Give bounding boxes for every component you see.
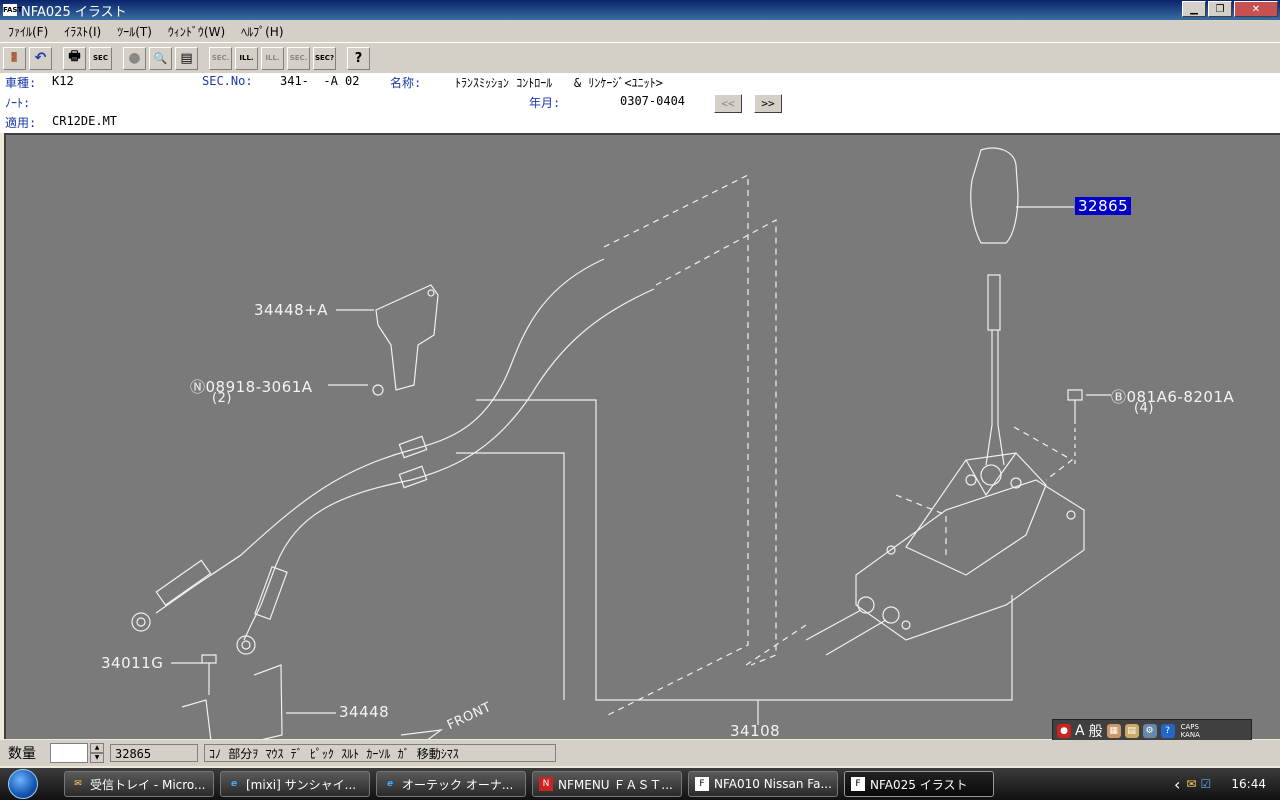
clock[interactable]: 16:44 xyxy=(1231,777,1266,791)
quantity-label: 数量 xyxy=(8,746,36,762)
toolbar: 🚪 ↶ 🖶 SEC ● 🔍 ▤ SEC. ILL. ILL. SEC. SEC?… xyxy=(0,43,1280,73)
menu-tools[interactable]: ﾂｰﾙ(T) xyxy=(109,23,160,40)
parts-illustration xyxy=(131,147,1111,739)
ime-help-icon[interactable]: ? xyxy=(1160,724,1175,738)
apply-value: CR12DE.MT xyxy=(52,114,118,128)
task-nfa025[interactable]: F NFA025 イラスト xyxy=(844,771,994,797)
window-title: NFA025 イラスト xyxy=(21,4,127,20)
ime-pad-icon[interactable]: ▦ xyxy=(1106,724,1121,738)
mail-icon: ✉ xyxy=(74,779,82,789)
list-icon[interactable]: ▤ xyxy=(175,46,198,70)
task-ie-mixi[interactable]: e [mixi] サンシャイ... xyxy=(220,771,370,797)
task-nfa010[interactable]: F NFA010 Nissan Fa... xyxy=(688,771,838,797)
ime-dict-icon[interactable]: ▤ xyxy=(1124,724,1139,738)
print-icon[interactable]: 🖶 xyxy=(63,46,86,70)
task-label: [mixi] サンシャイ... xyxy=(246,777,357,792)
close-button[interactable]: ✕ xyxy=(1234,1,1278,17)
sec-value: 341- -A 02 xyxy=(280,74,360,88)
fast-app-icon: F xyxy=(695,777,709,791)
callout-34448[interactable]: 34448 xyxy=(339,703,389,721)
illustration-canvas[interactable]: 32865 34448+A Ⓝ08918-3061A (2) Ⓑ081A6-82… xyxy=(4,133,1280,739)
menu-illust[interactable]: ｲﾗｽﾄ(I) xyxy=(56,23,109,40)
menu-window[interactable]: ｳｨﾝﾄﾞｳ(W) xyxy=(160,23,233,40)
date-value: 0307-0404 xyxy=(620,94,686,108)
title-bar: FAST NFA025 イラスト ▁ ❐ ✕ xyxy=(0,0,1280,20)
callout-081a6-qty: (4) xyxy=(1134,401,1154,416)
menu-file[interactable]: ﾌｧｲﾙ(F) xyxy=(0,23,56,40)
quantity-input[interactable] xyxy=(50,743,88,763)
task-label: NFA025 イラスト xyxy=(870,777,968,792)
task-ie-autech[interactable]: e オーテック オーナ... xyxy=(376,771,526,797)
caps-indicator: CAPS xyxy=(1180,723,1199,731)
sec-icon[interactable]: SEC xyxy=(89,46,112,70)
zoom-icon[interactable]: 🔍 xyxy=(149,46,172,70)
task-nfmenu[interactable]: N NFMENU ＦＡＳＴ... xyxy=(532,771,682,797)
tray-expand-icon[interactable]: ‹ xyxy=(1174,775,1180,794)
menu-bar: ﾌｧｲﾙ(F) ｲﾗｽﾄ(I) ﾂｰﾙ(T) ｳｨﾝﾄﾞｳ(W) ﾍﾙﾌﾟ(H) xyxy=(0,20,1280,43)
task-outlook[interactable]: ✉ 受信トレイ - Micro... xyxy=(64,771,214,797)
status-bar: 数量 ▲ ▼ 32865 ｺﾉ 部分ｦ ﾏｳｽ ﾃﾞ ﾋﾟｯｸ ｽﾙﾄ ｶｰｿﾙ… xyxy=(0,740,1280,766)
callout-34448a[interactable]: 34448+A xyxy=(254,301,328,319)
help-icon[interactable]: ? xyxy=(347,46,370,70)
ie-icon: e xyxy=(230,779,238,789)
sec-next-icon[interactable]: SEC. xyxy=(287,46,310,70)
ime-style[interactable]: 般 xyxy=(1089,721,1103,741)
ill-icon[interactable]: ILL. xyxy=(235,46,258,70)
app-icon: FAST xyxy=(3,4,23,16)
exit-icon[interactable]: 🚪 xyxy=(3,46,26,70)
menu-help[interactable]: ﾍﾙﾌﾟ(H) xyxy=(233,23,291,40)
stepper-down-icon[interactable]: ▼ xyxy=(90,753,104,763)
task-label: NFMENU ＦＡＳＴ... xyxy=(558,777,673,792)
task-label: オーテック オーナ... xyxy=(402,777,514,792)
sec-query-icon[interactable]: SEC? xyxy=(313,46,336,70)
circle-icon[interactable]: ● xyxy=(123,46,146,70)
window-controls: ▁ ❐ ✕ xyxy=(1182,1,1278,17)
apply-label: 適用: xyxy=(5,116,37,130)
callout-34011g[interactable]: 34011G xyxy=(101,654,163,672)
task-label: NFA010 Nissan Fa... xyxy=(714,777,832,791)
callout-081a6[interactable]: Ⓑ081A6-8201A xyxy=(1111,386,1234,407)
taskbar: ✉ 受信トレイ - Micro... e [mixi] サンシャイ... e オ… xyxy=(0,768,1280,800)
sec-prev-icon[interactable]: SEC. xyxy=(209,46,232,70)
prev-button[interactable]: << xyxy=(714,94,742,113)
date-label: 年月: xyxy=(529,96,561,110)
minimize-button[interactable]: ▁ xyxy=(1182,1,1206,17)
note-label: ﾉｰﾄ: xyxy=(5,96,31,110)
ime-tools-icon[interactable]: ⚙ xyxy=(1142,724,1157,738)
name-label: 名称: xyxy=(390,76,422,90)
callout-08918-qty: (2) xyxy=(212,391,232,406)
quantity-stepper[interactable]: ▲ ▼ xyxy=(90,743,104,763)
kana-indicator: KANA xyxy=(1180,731,1200,739)
tray-check-icon[interactable]: ☑ xyxy=(1200,777,1211,791)
model-value: K12 xyxy=(52,74,74,88)
status-message: ｺﾉ 部分ｦ ﾏｳｽ ﾃﾞ ﾋﾟｯｸ ｽﾙﾄ ｶｰｿﾙ ｶﾞ 移動ｼﾏｽ xyxy=(204,744,556,762)
ime-icon[interactable]: ● xyxy=(1057,724,1071,738)
tray-mail-icon[interactable]: ✉ xyxy=(1186,777,1196,791)
nissan-icon: N xyxy=(539,777,553,791)
part-info-panel: 車種: K12 SEC.No: 341- -A 02 名称: ﾄﾗﾝｽﾐｯｼｮﾝ… xyxy=(0,73,1280,133)
fast-app-icon: F xyxy=(851,777,865,791)
sec-label: SEC.No: xyxy=(202,74,253,88)
callout-32865[interactable]: 32865 xyxy=(1075,197,1132,215)
callout-08918[interactable]: Ⓝ08918-3061A xyxy=(190,376,313,397)
task-label: 受信トレイ - Micro... xyxy=(90,777,206,792)
start-button[interactable] xyxy=(0,768,46,800)
windows-orb-icon xyxy=(8,769,38,799)
stepper-up-icon[interactable]: ▲ xyxy=(90,743,104,753)
model-label: 車種: xyxy=(5,76,37,90)
ie-icon: e xyxy=(386,779,394,789)
maximize-button[interactable]: ❐ xyxy=(1208,1,1232,17)
ill-next-icon[interactable]: ILL. xyxy=(261,46,284,70)
callout-34108[interactable]: 34108 xyxy=(730,722,780,739)
name-value: ﾄﾗﾝｽﾐｯｼｮﾝ ｺﾝﾄﾛｰﾙ & ﾘﾝｹｰｼﾞ<ﾕﾆｯﾄ> xyxy=(455,76,663,90)
system-tray: ‹ ✉ ☑ 16:44 xyxy=(1170,768,1280,800)
ime-mode[interactable]: A xyxy=(1075,723,1085,739)
part-number-field: 32865 xyxy=(110,744,198,762)
undo-icon[interactable]: ↶ xyxy=(29,46,52,70)
next-button[interactable]: >> xyxy=(754,94,782,113)
